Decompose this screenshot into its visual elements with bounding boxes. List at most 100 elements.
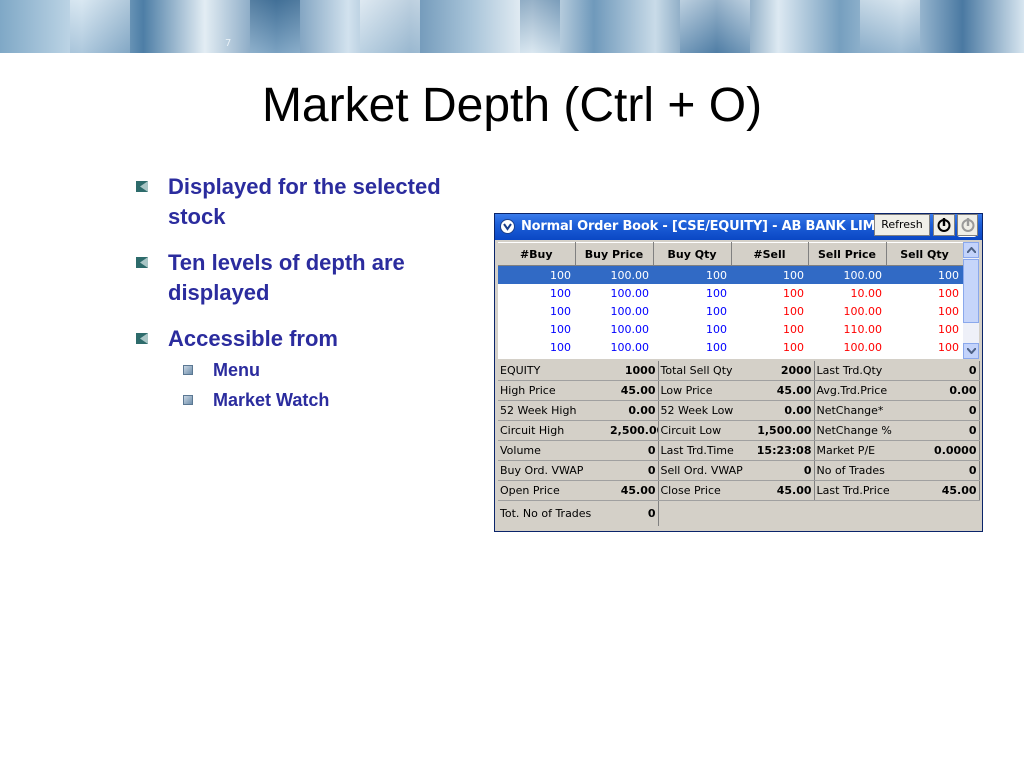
info-row: Tot. No of Trades 0 <box>498 500 979 527</box>
column-header[interactable]: #Sell <box>731 242 809 266</box>
info-value: 0.00 <box>922 380 980 401</box>
info-value: 0.00 <box>608 400 659 421</box>
info-label: Circuit Low <box>658 420 754 441</box>
table-row[interactable]: 100 100.00 100 100 100.00 100 <box>498 338 963 356</box>
table-cell: 100 <box>783 304 804 318</box>
info-label: EQUITY <box>498 361 608 381</box>
toolbar-cell <box>658 501 979 527</box>
info-label: Close Price <box>658 480 754 501</box>
vertical-scrollbar[interactable] <box>963 242 979 359</box>
toggle-button-disabled[interactable] <box>957 214 978 236</box>
table-cell: 100 <box>731 265 808 284</box>
power-icon <box>937 218 951 232</box>
window-title: Normal Order Book - [CSE/EQUITY] - AB BA… <box>521 219 908 234</box>
sub-bullet-text: Menu <box>213 360 260 380</box>
chevron-up-icon <box>965 246 977 254</box>
info-label: Circuit High <box>498 420 608 441</box>
info-label: Last Trd.Qty <box>814 361 922 381</box>
table-cell: 100 <box>783 286 804 300</box>
table-cell: 100.00 <box>610 286 650 300</box>
info-label: Open Price <box>498 480 608 501</box>
table-cell: 100 <box>550 322 571 336</box>
table-row[interactable]: 100 100.00 100 100 100.00 100 <box>498 265 963 284</box>
info-row: 52 Week High 0.00 52 Week Low 0.00 NetChange… <box>498 400 980 421</box>
table-cell: 110.00 <box>843 322 883 336</box>
scroll-thumb[interactable] <box>963 259 979 323</box>
table-cell: 100.00 <box>575 265 653 284</box>
info-label: Buy Ord. VWAP <box>498 460 608 481</box>
column-header[interactable]: Buy Qty <box>653 242 732 266</box>
info-value: 45.00 <box>922 480 980 501</box>
app-icon <box>500 219 515 234</box>
sub-bullet-text: Market Watch <box>213 390 330 410</box>
table-cell: 100 <box>938 322 959 336</box>
info-value: 1000 <box>608 361 659 381</box>
table-row[interactable]: 100 100.00 100 100 110.00 100 <box>498 320 963 338</box>
sub-bullet-marker-icon <box>183 395 193 405</box>
info-value: 45.00 <box>608 480 659 501</box>
info-value: 45.00 <box>754 480 815 501</box>
info-label: Sell Ord. VWAP <box>658 460 754 481</box>
table-cell: 100 <box>938 304 959 318</box>
info-row: High Price 45.00 Low Price 45.00 Avg.Trd.Pri… <box>498 380 980 401</box>
column-header[interactable]: Sell Price <box>808 242 887 266</box>
bullet-text: Accessible from <box>168 326 338 351</box>
info-label: Avg.Trd.Price <box>814 380 922 401</box>
depth-table-header: #Buy Buy Price Buy Qty #Sell Sell Price … <box>498 242 963 266</box>
info-value: 0 <box>922 361 980 381</box>
bullet-text: Ten levels of depth are displayed <box>168 250 405 305</box>
table-cell: 100 <box>550 286 571 300</box>
info-value: 0 <box>922 420 980 441</box>
table-row[interactable]: 100 100.00 100 100 10.00 100 <box>498 284 963 302</box>
chevron-down-icon <box>965 347 977 355</box>
table-cell: 100 <box>706 340 727 354</box>
info-label: Last Trd.Time <box>658 440 754 461</box>
refresh-button[interactable]: Refresh <box>874 214 930 236</box>
sub-bullet-marker-icon <box>183 365 193 375</box>
table-cell: 100 <box>498 265 575 284</box>
bullet-marker-icon <box>136 257 148 268</box>
column-header[interactable]: Sell Qty <box>886 242 963 266</box>
table-cell: 100 <box>550 340 571 354</box>
toggle-button[interactable] <box>933 214 955 236</box>
table-cell: 100 <box>706 286 727 300</box>
column-header[interactable]: Buy Price <box>575 242 654 266</box>
info-label: 52 Week Low <box>658 400 754 421</box>
column-header[interactable]: #Buy <box>498 242 576 266</box>
stock-info-panel: EQUITY 1000 Total Sell Qty 2000 Last Trd.Qty… <box>498 361 980 527</box>
sub-bullet-item: Menu <box>130 358 500 382</box>
depth-table: #Buy Buy Price Buy Qty #Sell Sell Price … <box>498 242 963 359</box>
info-value: 2,500.00 <box>608 420 659 441</box>
table-cell: 100 <box>783 340 804 354</box>
table-row[interactable]: 100 100.00 100 100 100.00 100 <box>498 302 963 320</box>
table-cell: 100 <box>938 340 959 354</box>
table-cell: 100 <box>706 322 727 336</box>
slide-title: Market Depth (Ctrl + O) <box>261 79 763 132</box>
scroll-up-button[interactable] <box>963 242 979 258</box>
bullet-item: Ten levels of depth are displayed <box>130 248 500 308</box>
info-label: NetChange % <box>814 420 922 441</box>
bullet-marker-icon <box>136 333 148 344</box>
table-cell: 100 <box>783 322 804 336</box>
info-value: 45.00 <box>608 380 659 401</box>
info-value: 0.0000 <box>922 440 980 461</box>
info-label: High Price <box>498 380 608 401</box>
info-row: Buy Ord. VWAP 0 Sell Ord. VWAP 0 No of Trade… <box>498 460 980 481</box>
info-row: EQUITY 1000 Total Sell Qty 2000 Last Trd.Qty… <box>498 361 980 381</box>
scroll-down-button[interactable] <box>963 343 979 359</box>
table-cell: 100.00 <box>610 322 650 336</box>
bullet-list: Displayed for the selected stock Ten lev… <box>130 172 500 424</box>
info-value: 0 <box>922 400 980 421</box>
table-cell: 100 <box>550 304 571 318</box>
slide-page-number: 7 <box>225 38 232 49</box>
info-label: Total Sell Qty <box>658 361 754 381</box>
table-cell: 100 <box>886 265 963 284</box>
info-label: NetChange* <box>814 400 922 421</box>
table-cell: 100.00 <box>843 304 883 318</box>
table-cell: 10.00 <box>850 286 883 300</box>
info-value: 0 <box>608 440 659 461</box>
header-banner: 7 <box>0 0 1024 53</box>
info-label: No of Trades <box>814 460 922 481</box>
info-value: 0 <box>922 460 980 481</box>
info-label: Low Price <box>658 380 754 401</box>
